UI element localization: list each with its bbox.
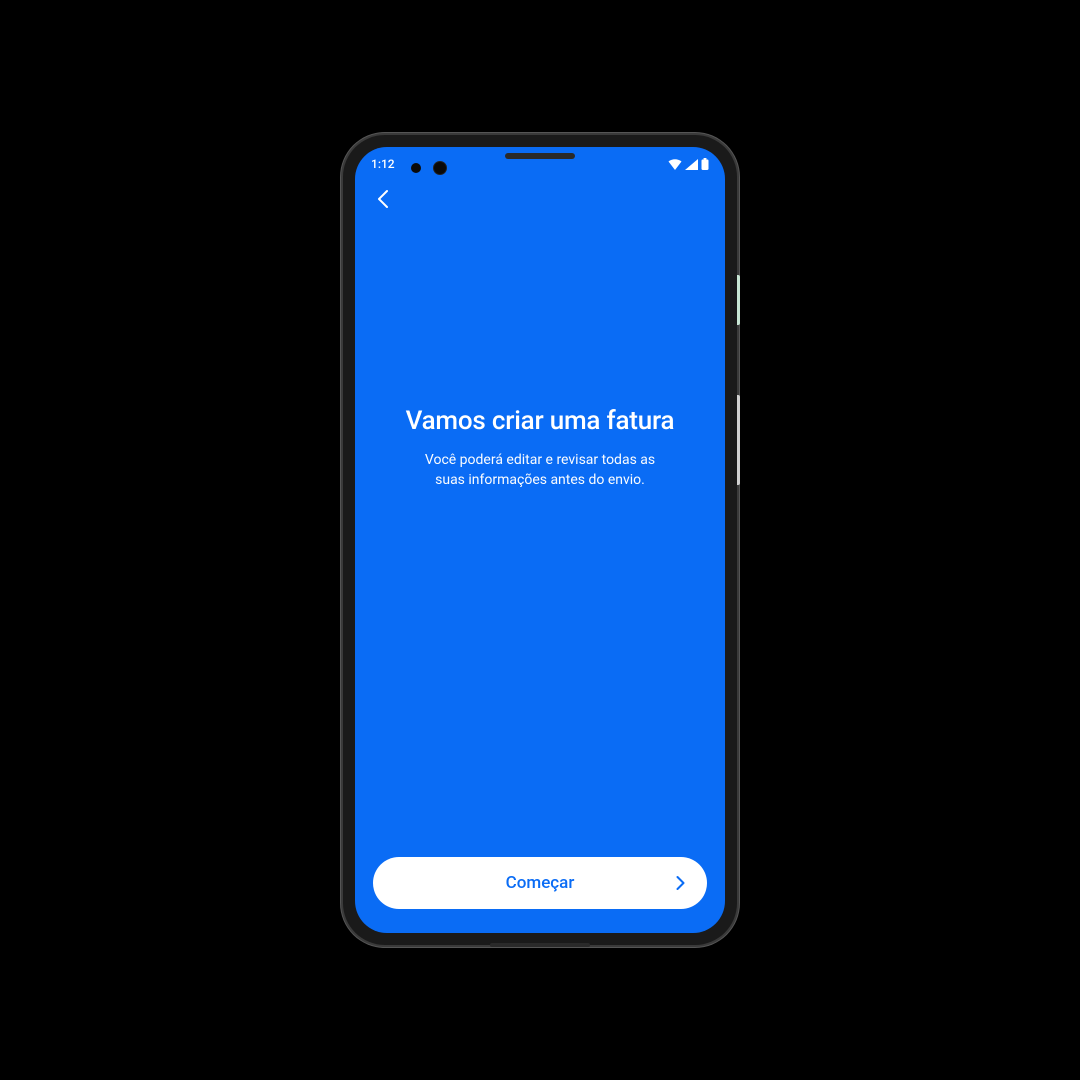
start-button-label: Começar [506,873,575,893]
status-bar-right [668,158,709,170]
back-button[interactable] [369,187,397,215]
phone-power-button [737,275,740,325]
status-bar: 1:12 [355,147,725,175]
start-button[interactable]: Começar [373,857,707,909]
bottom-action-area: Começar [355,857,725,933]
onboarding-headline: Vamos criar uma fatura [406,405,675,438]
phone-front-camera [433,161,447,175]
onboarding-content: Vamos criar uma fatura Você poderá edita… [355,227,725,857]
phone-screen: 1:12 [355,147,725,933]
navigation-bar [355,175,725,227]
cellular-signal-icon [685,159,698,170]
phone-bottom-speaker [490,943,590,947]
onboarding-subtext: Você poderá editar e revisar todas as su… [413,450,668,491]
chevron-right-icon [676,876,685,891]
status-time: 1:12 [371,157,395,171]
phone-sensor [411,163,421,173]
phone-speaker-area [343,153,737,159]
chevron-left-icon [377,189,389,213]
status-bar-left: 1:12 [371,157,395,171]
battery-icon [701,158,709,170]
phone-speaker [505,153,575,159]
wifi-icon [668,159,682,170]
phone-volume-button [737,395,740,485]
phone-device-frame: 1:12 [343,135,737,945]
